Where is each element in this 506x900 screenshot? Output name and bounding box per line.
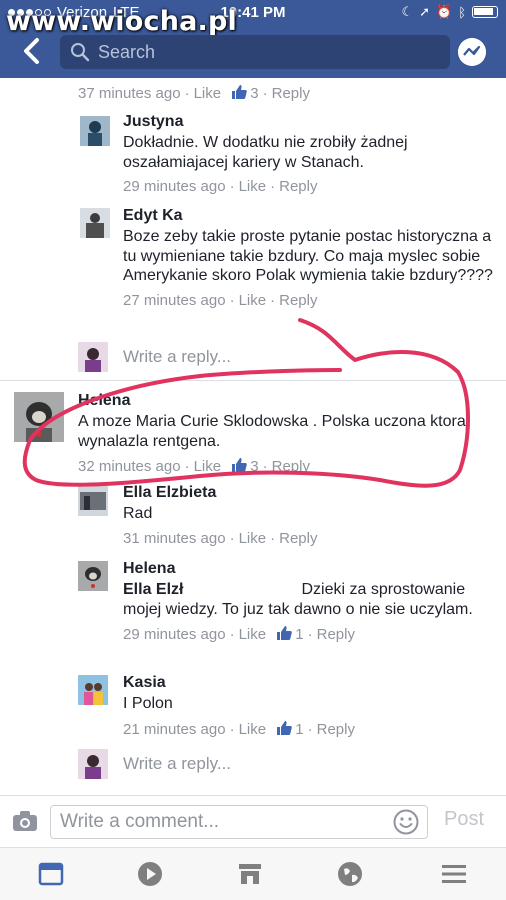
alarm-icon: ⏰: [436, 4, 453, 19]
location-icon: ➚: [419, 4, 430, 19]
like-link[interactable]: Like: [239, 292, 267, 309]
my-avatar: [78, 342, 108, 372]
comment-text: A moze Maria Curie Sklodowska . Polska u…: [78, 413, 466, 450]
avatar[interactable]: [80, 208, 110, 238]
like-count: 1: [295, 720, 304, 738]
my-avatar: [78, 749, 108, 779]
avatar[interactable]: [14, 392, 64, 442]
timestamp: 31 minutes ago: [123, 529, 226, 547]
thumbs-up-icon: [277, 626, 293, 640]
commenter-name[interactable]: Helena: [78, 392, 488, 410]
reply-link[interactable]: Reply: [279, 530, 317, 547]
like-link[interactable]: Like: [194, 85, 222, 102]
reply: Helena Ella Elzł Dzieki za sprostowanie m…: [123, 560, 493, 643]
commenter-name[interactable]: Justyna: [123, 113, 493, 131]
messenger-icon[interactable]: [458, 38, 486, 66]
mention-link[interactable]: Ella Elzł: [123, 581, 183, 598]
reply-link[interactable]: Reply: [272, 458, 310, 475]
reply-link[interactable]: Reply: [279, 292, 317, 309]
avatar[interactable]: [78, 486, 108, 516]
comment-meta: 29 minutes ago · Like 1 · Reply: [123, 626, 355, 643]
comment-meta: 21 minutes ago · Like 1 · Reply: [123, 720, 355, 738]
timestamp: 21 minutes ago: [123, 720, 226, 738]
reply-link[interactable]: Reply: [317, 721, 355, 738]
commenter-name[interactable]: Edyt Ka: [123, 207, 493, 225]
comment-text: I Polon: [123, 695, 173, 712]
timestamp: 29 minutes ago: [123, 626, 226, 643]
reply: Kasia I Polon 21 minutes ago · Like 1 · Repl…: [123, 674, 493, 738]
moon-icon: ☾: [401, 4, 414, 19]
reply: Ella Elzbieta Rad 31 minutes ago · Like · Re…: [123, 484, 493, 547]
timestamp: 29 minutes ago: [123, 178, 226, 195]
comment-meta: 37 minutes ago · Like 3 · Reply: [78, 85, 310, 102]
timestamp: 32 minutes ago: [78, 458, 181, 475]
reply-input[interactable]: Write a reply...: [123, 347, 231, 367]
commenter-name[interactable]: Kasia: [123, 674, 493, 692]
timestamp: 27 minutes ago: [123, 291, 226, 309]
comment-composer: Write a comment... Post: [0, 795, 506, 847]
reply-input[interactable]: Write a reply...: [123, 754, 231, 774]
commenter-name[interactable]: Ella Elzbieta: [123, 484, 493, 502]
search-icon: [71, 43, 90, 62]
thumbs-up-icon: [232, 85, 248, 99]
avatar[interactable]: [80, 116, 110, 146]
comment: Edyt Ka Boze zeby takie proste pytanie p…: [123, 207, 493, 309]
menu-icon[interactable]: [440, 860, 468, 888]
comment-meta: 27 minutes ago · Like · Reply: [123, 291, 318, 309]
globe-icon[interactable]: [336, 860, 364, 888]
bluetooth-icon: ᛒ: [458, 4, 466, 20]
avatar[interactable]: [78, 561, 108, 591]
search-placeholder: Search: [98, 41, 156, 62]
reply-link[interactable]: Reply: [272, 85, 310, 102]
comment-text: Boze zeby takie proste pytanie postac hi…: [123, 228, 493, 284]
comment-text: Dokładnie. W dodatku nie zrobiły żadnej …: [123, 134, 408, 171]
comment: Helena A moze Maria Curie Sklodowska . P…: [78, 392, 488, 475]
video-icon[interactable]: [136, 860, 164, 888]
camera-icon[interactable]: [12, 810, 38, 832]
timestamp: 37 minutes ago: [78, 85, 181, 102]
app-header: Verizon LTE 10:41 PM ☾ ➚ ⏰ ᛒ www.wiocha.…: [0, 0, 506, 78]
watermark: www.wiocha.pl: [6, 6, 237, 37]
comment-meta: 29 minutes ago · Like · Reply: [123, 178, 318, 195]
post-button[interactable]: Post: [444, 808, 484, 831]
comment-text: Ella Elzł Dzieki za sprostowanie mojej wi…: [123, 580, 493, 619]
comment-text: Rad: [123, 505, 153, 522]
commenter-name[interactable]: Helena: [123, 560, 493, 578]
search-input[interactable]: Search: [60, 35, 450, 69]
news-feed-icon[interactable]: [37, 860, 65, 888]
comment-input[interactable]: Write a comment...: [50, 805, 428, 839]
like-link[interactable]: Like: [239, 721, 267, 738]
tab-bar: [0, 847, 506, 900]
marketplace-icon[interactable]: [236, 860, 264, 888]
emoji-icon[interactable]: [393, 809, 419, 835]
like-link[interactable]: Like: [239, 530, 267, 547]
like-count: 3: [250, 458, 259, 475]
thumbs-up-icon: [277, 720, 293, 735]
back-arrow-icon[interactable]: [18, 36, 48, 66]
reply-link[interactable]: Reply: [317, 626, 355, 643]
reply-link[interactable]: Reply: [279, 178, 317, 195]
status-icons: ☾ ➚ ⏰ ᛒ: [401, 4, 498, 20]
like-link[interactable]: Like: [239, 626, 267, 643]
like-link[interactable]: Like: [239, 178, 267, 195]
like-link[interactable]: Like: [194, 458, 222, 475]
comment: Justyna Dokładnie. W dodatku nie zrobiły…: [123, 113, 493, 195]
thumbs-up-icon: [232, 458, 248, 472]
like-count: 1: [295, 626, 304, 643]
avatar[interactable]: [78, 675, 108, 705]
like-count: 3: [250, 85, 259, 102]
comment-meta: 32 minutes ago · Like 3 · Reply: [78, 458, 310, 475]
battery-icon: [472, 6, 498, 18]
divider: [0, 380, 506, 381]
comment-meta: 31 minutes ago · Like · Reply: [123, 529, 318, 547]
